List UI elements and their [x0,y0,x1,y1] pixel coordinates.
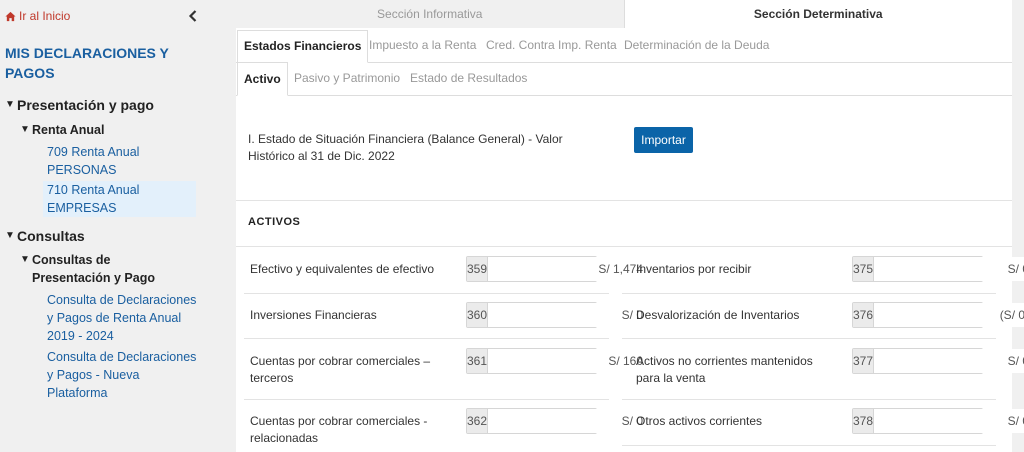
tree-node-label: Consultas de Presentación y Pago [32,253,155,285]
tabs-level-2: Estados Financieros Impuesto a la Renta … [236,30,1012,63]
sidebar-item-consulta-renta[interactable]: Consulta de Declaraciones y Pagos de Ren… [47,291,197,345]
field-code: 378 [853,409,875,433]
field-value-input[interactable] [874,409,1024,433]
tree-node-consultas[interactable]: ▼ Consultas [5,227,85,245]
tab-estados-financieros[interactable]: Estados Financieros [237,30,369,63]
divider [622,338,996,339]
field-value-input[interactable] [874,349,1024,373]
field-362: 362 [466,408,652,434]
field-code: 360 [467,303,489,327]
field-value-input[interactable] [874,303,1024,327]
divider [622,445,996,446]
field-label: Activos no corrientes mantenidos para la… [636,354,813,385]
tab-impuesto-renta[interactable]: Impuesto a la Renta [363,30,482,63]
field-label: Otros activos corrientes [636,414,763,428]
sidebar-item-consulta-nueva[interactable]: Consulta de Declaraciones y Pagos - Nuev… [47,348,197,402]
divider [622,399,996,400]
field-378: 378 [852,408,1024,434]
field-code: 376 [853,303,875,327]
divider [244,293,609,294]
caret-down-icon: ▼ [20,254,30,265]
field-375: 375 [852,256,1024,282]
field-label: Cuentas por cobrar comerciales - relacio… [250,414,428,445]
field-361: 361 [466,348,652,374]
tab-cred-contra-imp-renta[interactable]: Cred. Contra Imp. Renta [480,30,623,63]
home-icon [5,11,16,21]
caret-down-icon: ▼ [20,124,30,135]
sidebar-item-709[interactable]: 709 Renta Anual PERSONAS [47,143,157,179]
field-value-input[interactable] [874,257,1024,281]
field-label: Desvalorización de Inventarios [636,308,800,322]
field-code: 359 [467,257,489,281]
field-376: 376 [852,302,1024,328]
field-377: 377 [852,348,1024,374]
sidebar: Ir al Inicio MIS DECLARACIONES Y PAGOS ▼… [0,0,208,452]
field-359: 359 [466,256,652,282]
tab-estado-resultados[interactable]: Estado de Resultados [404,62,533,96]
tab-pasivo-patrimonio[interactable]: Pasivo y Patrimonio [288,62,406,96]
tree-node-consultas-presentacion[interactable]: ▼ Consultas de Presentación y Pago [20,251,195,287]
field-code: 361 [467,349,489,373]
field-360: 360 [466,302,652,328]
divider [244,338,609,339]
tab-seccion-informativa[interactable]: Sección Informativa [236,0,624,28]
tabs-level-3: Activo Pasivo y Patrimonio Estado de Res… [236,62,1012,96]
divider [622,293,996,294]
field-value-input[interactable] [488,303,652,327]
tree-node-renta-anual[interactable]: ▼ Renta Anual [20,121,104,139]
field-code: 377 [853,349,875,373]
tab-determinacion-deuda[interactable]: Determinación de la Deuda [618,30,775,63]
field-label: Inventarios por recibir [636,262,752,276]
field-value-input[interactable] [488,349,652,373]
tab-seccion-determinativa[interactable]: Sección Determinativa [623,0,1012,28]
divider [236,200,1012,201]
section-title: I. Estado de Situación Financiera (Balan… [248,132,563,163]
field-label: Efectivo y equivalentes de efectivo [250,262,435,276]
main-panel: Sección Informativa Sección Determinativ… [236,0,1024,452]
import-button[interactable]: Importar [634,127,693,153]
field-value-input[interactable] [488,409,652,433]
caret-down-icon: ▼ [5,230,15,241]
caret-down-icon: ▼ [5,99,15,110]
tab-activo[interactable]: Activo [237,62,288,96]
field-value-input[interactable] [488,257,652,281]
field-label: Inversiones Financieras [250,308,377,322]
tree-node-label: Consultas [17,228,85,244]
tree-node-label: Renta Anual [32,123,105,137]
field-code: 375 [853,257,875,281]
tree-node-label: Presentación y pago [17,97,154,113]
field-code: 362 [467,409,489,433]
divider [236,246,1012,247]
field-label: Cuentas por cobrar comerciales – tercero… [250,354,431,385]
tree-node-presentacion[interactable]: ▼ Presentación y pago [5,96,154,114]
sidebar-item-710[interactable]: 710 Renta Anual EMPRESAS [43,181,196,217]
group-title: ACTIVOS [248,216,301,228]
sidebar-title: MIS DECLARACIONES Y PAGOS [5,45,169,81]
home-link[interactable]: Ir al Inicio [5,9,70,23]
divider [244,399,609,400]
section-tabs: Sección Informativa Sección Determinativ… [236,0,1012,28]
chevron-left-icon[interactable] [188,9,198,23]
home-link-label: Ir al Inicio [19,9,71,23]
